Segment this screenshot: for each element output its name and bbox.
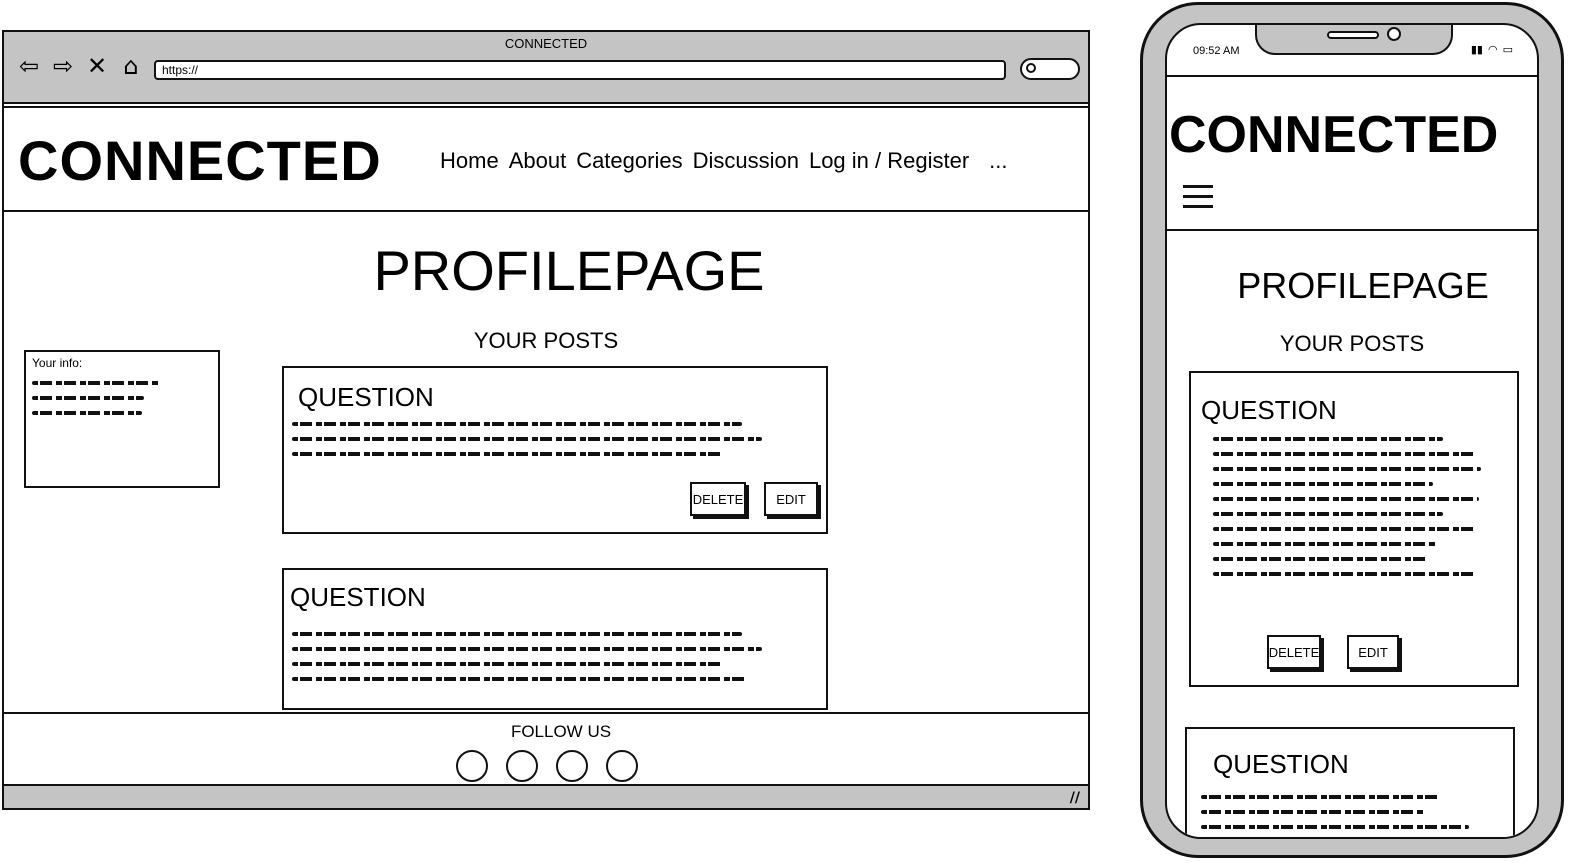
placeholder-text-line — [1213, 482, 1433, 486]
main-navigation: Home About Categories Discussion Log in … — [440, 148, 1008, 174]
close-icon[interactable]: ✕ — [84, 52, 110, 80]
social-link-icon[interactable] — [456, 750, 488, 782]
social-link-icon[interactable] — [606, 750, 638, 782]
edit-button[interactable]: EDIT — [1347, 635, 1399, 669]
follow-us-label: FOLLOW US — [510, 722, 612, 741]
social-link-icon[interactable] — [506, 750, 538, 782]
post-title: QUESTION — [1213, 749, 1349, 779]
placeholder-text-line — [32, 381, 160, 385]
placeholder-text-line — [32, 396, 144, 400]
post-card: QUESTION — [1185, 727, 1515, 837]
desktop-browser-window: CONNECTED ⇦ ⇨ ✕ ⌂ https:// CONNECTED Hom… — [2, 30, 1090, 810]
url-bar[interactable]: https:// — [154, 60, 1006, 80]
nav-home[interactable]: Home — [440, 148, 499, 174]
placeholder-text-line — [1213, 452, 1475, 456]
posts-heading: YOUR POSTS — [1279, 331, 1425, 356]
search-button[interactable] — [1020, 58, 1080, 80]
browser-toolbar: CONNECTED ⇦ ⇨ ✕ ⌂ https:// — [4, 32, 1088, 104]
hamburger-menu-icon[interactable] — [1183, 185, 1213, 215]
nav-about[interactable]: About — [509, 148, 567, 174]
home-icon[interactable]: ⌂ — [118, 52, 144, 80]
site-footer: FOLLOW US — [4, 712, 1088, 786]
camera-icon — [1387, 27, 1401, 41]
placeholder-text-line — [1213, 542, 1437, 546]
placeholder-text-line — [292, 647, 762, 651]
mobile-screen: 09:52 AM ▮▮ ◠ ▭ CONNECTED PROFILEPAGE YO… — [1165, 23, 1539, 839]
wifi-icon: ◠ — [1487, 43, 1498, 56]
nav-discussion[interactable]: Discussion — [693, 148, 799, 174]
placeholder-text-line — [1201, 795, 1441, 799]
delete-button[interactable]: DELETE — [690, 482, 746, 516]
nav-categories[interactable]: Categories — [576, 148, 682, 174]
placeholder-text-line — [292, 452, 722, 456]
nav-login-register[interactable]: Log in / Register — [809, 148, 969, 174]
placeholder-text-line — [292, 677, 748, 681]
placeholder-text-line — [1213, 512, 1443, 516]
status-icons: ▮▮ ◠ ▭ — [1471, 43, 1513, 56]
placeholder-text-line — [1213, 527, 1475, 531]
post-card: QUESTION DELETE EDIT — [282, 366, 828, 534]
resize-grip-icon[interactable]: // — [1070, 790, 1080, 806]
placeholder-text-line — [292, 662, 722, 666]
post-body — [292, 422, 762, 456]
post-body — [292, 632, 762, 681]
post-title: QUESTION — [298, 382, 434, 412]
back-arrow-icon[interactable]: ⇦ — [16, 52, 42, 80]
site-logo[interactable]: CONNECTED — [18, 128, 382, 193]
window-title: CONNECTED — [504, 36, 588, 51]
nav-more[interactable]: ... — [989, 148, 1007, 174]
placeholder-text-line — [292, 437, 762, 441]
site-header: CONNECTED Home About Categories Discussi… — [4, 106, 1088, 212]
user-info-box: Your info: — [24, 350, 220, 488]
signal-icon: ▮▮ — [1470, 43, 1483, 56]
phone-notch — [1255, 25, 1453, 55]
placeholder-text-line — [1213, 572, 1477, 576]
post-title: QUESTION — [290, 582, 426, 612]
placeholder-text-line — [292, 422, 742, 426]
page-title: PROFILEPAGE — [1237, 265, 1489, 306]
page-title: PROFILEPAGE — [373, 239, 765, 302]
post-title: QUESTION — [1201, 395, 1337, 425]
placeholder-text-line — [1213, 557, 1429, 561]
mobile-phone-frame: 09:52 AM ▮▮ ◠ ▭ CONNECTED PROFILEPAGE YO… — [1140, 2, 1564, 858]
search-icon — [1026, 63, 1036, 73]
navigation-controls: ⇦ ⇨ ✕ ⌂ — [16, 52, 144, 80]
placeholder-text-line — [292, 632, 742, 636]
battery-icon: ▭ — [1502, 43, 1513, 56]
speaker-icon — [1327, 31, 1379, 39]
placeholder-text-line — [1213, 467, 1481, 471]
edit-button[interactable]: EDIT — [764, 482, 818, 516]
placeholder-text-line — [1213, 437, 1443, 441]
post-body — [1201, 795, 1469, 829]
delete-button[interactable]: DELETE — [1267, 635, 1321, 669]
user-info-label: Your info: — [32, 356, 83, 370]
browser-status-bar: // — [4, 786, 1088, 808]
placeholder-text-line — [32, 411, 142, 415]
post-card: QUESTION DELETE EDIT — [1189, 371, 1519, 687]
mobile-header: CONNECTED — [1167, 75, 1537, 231]
post-card: QUESTION — [282, 568, 828, 710]
social-link-icon[interactable] — [556, 750, 588, 782]
social-links — [456, 750, 638, 782]
placeholder-text-line — [1213, 497, 1479, 501]
status-time: 09:52 AM — [1193, 45, 1240, 57]
site-logo[interactable]: CONNECTED — [1169, 105, 1498, 165]
placeholder-text-line — [1201, 810, 1425, 814]
forward-arrow-icon[interactable]: ⇨ — [50, 52, 76, 80]
post-body — [1213, 437, 1481, 576]
placeholder-text-line — [1201, 825, 1469, 829]
